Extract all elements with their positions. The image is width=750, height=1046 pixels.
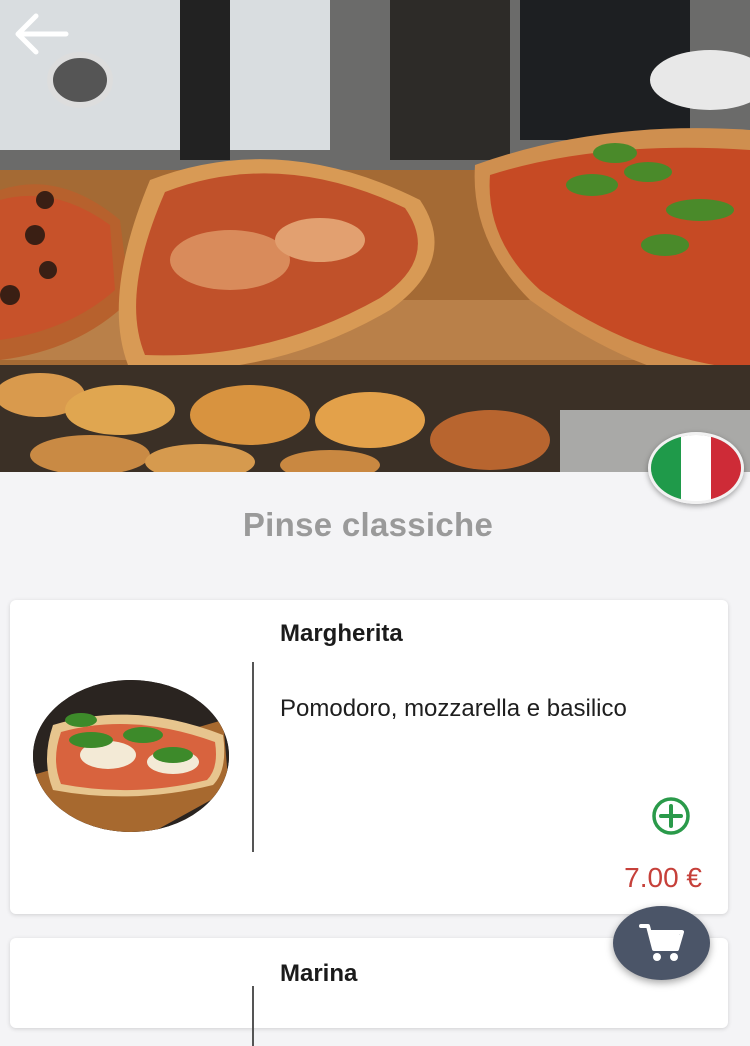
product-price: 7.00 € [624, 862, 702, 893]
plus-circle-icon [652, 797, 690, 835]
product-name: Marina [280, 960, 358, 987]
add-to-cart-button[interactable] [644, 796, 698, 836]
hero-photo [0, 0, 750, 472]
back-button[interactable] [8, 10, 88, 74]
card-divider [252, 662, 254, 852]
hero-banner [0, 0, 750, 472]
product-image [33, 680, 229, 832]
language-switch-button[interactable] [648, 432, 744, 504]
arrow-left-icon [15, 13, 69, 55]
product-description: Pomodoro, mozzarella e basilico [280, 695, 627, 722]
product-name: Margherita [280, 620, 403, 647]
product-card[interactable]: Margherita Pomodoro, mozzarella e basili… [10, 600, 728, 914]
shopping-cart-icon [638, 924, 684, 961]
cart-button[interactable] [613, 906, 710, 980]
section-title: Pinse classiche [242, 506, 494, 543]
card-divider [252, 986, 254, 1046]
